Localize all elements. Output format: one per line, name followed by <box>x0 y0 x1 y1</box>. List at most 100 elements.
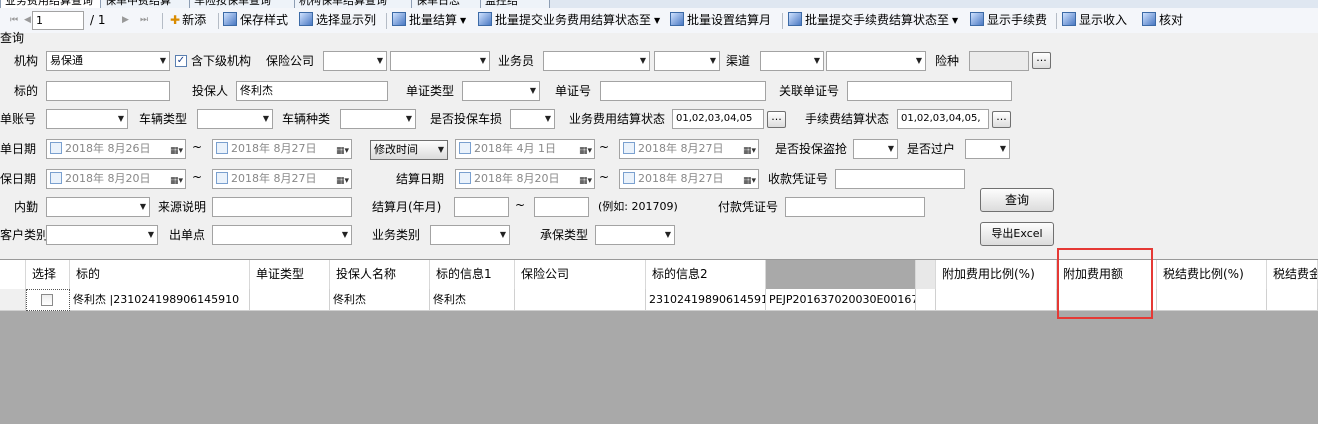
first-page-icon[interactable]: ⏮ <box>10 12 18 29</box>
show-income-button[interactable]: 显示收入 <box>1062 12 1127 29</box>
tab-biz-fee-query[interactable]: 业务费用结算查询 <box>0 0 102 8</box>
receipt-input[interactable] <box>835 169 965 189</box>
tab-policy-fee-settle[interactable]: 保单中费结算 <box>100 0 192 8</box>
channel-select-2[interactable] <box>826 51 926 71</box>
order-date-from[interactable]: 2018年 8月26日 ▦▾ <box>46 139 186 159</box>
extra-ratio-cell[interactable] <box>936 289 1057 311</box>
account-select[interactable] <box>46 109 128 129</box>
underwrite-select[interactable] <box>595 225 675 245</box>
vehicle-kind-select[interactable] <box>340 109 416 129</box>
settle-date-from[interactable]: 2018年 8月20日 ▦▾ <box>455 169 595 189</box>
ins-date-from[interactable]: 2018年 8月20日 ▦▾ <box>46 169 186 189</box>
column-header-doc-type[interactable]: 单证类型 <box>250 260 330 289</box>
transfer-select[interactable] <box>965 139 1010 159</box>
outlet-select[interactable] <box>212 225 352 245</box>
column-header-tax-ratio[interactable]: 税结费比例(%) <box>1157 260 1267 289</box>
damage-select[interactable] <box>510 109 555 129</box>
ins-date-to[interactable]: 2018年 8月27日 ▦▾ <box>212 169 352 189</box>
fee-status-picker-button[interactable]: ... <box>992 111 1011 128</box>
biz-status-picker-button[interactable]: ... <box>767 111 786 128</box>
spacer-cell <box>916 289 936 311</box>
page-input[interactable]: 1 <box>32 11 84 30</box>
insurer-select-2[interactable] <box>390 51 490 71</box>
column-header-insurer[interactable]: 保险公司 <box>515 260 646 289</box>
insured-input[interactable]: 佟利杰 <box>236 81 388 101</box>
calendar-icon[interactable]: ▦▾ <box>579 172 592 188</box>
pay-voucher-input[interactable] <box>785 197 925 217</box>
calendar-icon[interactable]: ▦▾ <box>170 172 183 188</box>
tab-org-settle-query[interactable]: 机构保单结算查询 <box>294 0 414 8</box>
channel-select-1[interactable] <box>760 51 824 71</box>
column-header-info1[interactable]: 标的信息1 <box>430 260 515 289</box>
tax-ratio-cell[interactable] <box>1157 289 1267 311</box>
biz-type-select[interactable] <box>430 225 510 245</box>
batch-settle-button[interactable]: 批量结算 ▼ <box>392 12 466 29</box>
prev-page-icon[interactable]: ◀ <box>24 12 31 29</box>
row-header[interactable] <box>0 289 26 311</box>
new-button[interactable]: ✚ 新添 <box>170 12 206 29</box>
verify-button[interactable]: 核对 <box>1142 12 1183 29</box>
column-header-info2[interactable]: 标的信息2 <box>646 260 766 289</box>
batch-submit-business-button[interactable]: 批量提交业务费用结算状态至 ▼ <box>478 12 660 29</box>
column-header-tax-amount[interactable]: 税结费金 <box>1267 260 1318 289</box>
column-header-insured[interactable]: 投保人名称 <box>330 260 430 289</box>
rel-doc-input[interactable] <box>847 81 1012 101</box>
insurer-select-1[interactable] <box>323 51 387 71</box>
column-header-select[interactable]: 选择 <box>26 260 70 289</box>
mod-date-to[interactable]: 2018年 8月27日 ▦▾ <box>619 139 759 159</box>
info2-cell[interactable]: 231024198906145910 <box>646 289 766 311</box>
vehicle-type-select[interactable] <box>197 109 273 129</box>
settle-date-to[interactable]: 2018年 8月27日 ▦▾ <box>619 169 759 189</box>
mod-time-select[interactable]: 修改时间 <box>370 140 448 160</box>
batch-set-month-button[interactable]: 批量设置结算月 <box>670 12 771 29</box>
tab-vehicle-query[interactable]: 车险按保单查询 <box>189 0 297 8</box>
calendar-icon[interactable]: ▦▾ <box>170 142 183 158</box>
doc-type-select[interactable] <box>462 81 540 101</box>
agent-select-1[interactable] <box>543 51 650 71</box>
export-excel-button[interactable]: 导出Excel <box>980 222 1054 246</box>
calendar-icon[interactable]: ▦▾ <box>579 142 592 158</box>
show-fee-button[interactable]: 显示手续费 <box>970 12 1047 29</box>
insured-cell[interactable]: 佟利杰 <box>330 289 430 311</box>
theft-select[interactable] <box>853 139 898 159</box>
mod-date-from[interactable]: 2018年 4月 1日 ▦▾ <box>455 139 595 159</box>
settle-month-from[interactable] <box>454 197 509 217</box>
order-date-to[interactable]: 2018年 8月27日 ▦▾ <box>212 139 352 159</box>
customer-type-select[interactable] <box>46 225 158 245</box>
tax-amount-cell[interactable] <box>1267 289 1318 311</box>
image-icon <box>788 12 802 26</box>
include-sub-checkbox[interactable]: ✓ <box>175 55 187 67</box>
calendar-icon[interactable]: ▦▾ <box>743 142 756 158</box>
subject-input[interactable] <box>46 81 170 101</box>
tab-monitor[interactable]: 监控结 <box>480 0 550 8</box>
internal-select[interactable] <box>46 197 150 217</box>
doc-type-cell[interactable] <box>250 289 330 311</box>
subject-cell[interactable]: 佟利杰 |231024198906145910 <box>70 289 250 311</box>
column-header-policy[interactable] <box>766 260 916 289</box>
calendar-icon[interactable]: ▦▾ <box>743 172 756 188</box>
tab-policy-log[interactable]: 保单日志 <box>411 0 483 8</box>
row-select-checkbox[interactable] <box>41 294 53 306</box>
info1-cell[interactable]: 佟利杰 <box>430 289 515 311</box>
org-select[interactable]: 易保通 <box>46 51 170 71</box>
fee-status-input[interactable]: 01,02,03,04,05, <box>897 109 989 129</box>
next-page-icon[interactable]: ▶ <box>122 12 129 29</box>
select-columns-button[interactable]: 选择显示列 <box>299 12 376 29</box>
biz-status-input[interactable]: 01,02,03,04,05 <box>672 109 764 129</box>
source-input[interactable] <box>212 197 352 217</box>
select-cell[interactable] <box>26 289 70 311</box>
coverage-picker-button[interactable]: ... <box>1032 52 1051 69</box>
batch-submit-fee-button[interactable]: 批量提交手续费结算状态至 ▼ <box>788 12 958 29</box>
column-header-subject[interactable]: 标的 <box>70 260 250 289</box>
last-page-icon[interactable]: ⏭ <box>140 12 148 29</box>
settle-month-to[interactable] <box>534 197 589 217</box>
agent-select-2[interactable] <box>654 51 720 71</box>
column-header-extra-ratio[interactable]: 附加费用比例(%) <box>936 260 1057 289</box>
policy-cell[interactable]: PEJP201637020030E00167 <box>766 289 916 311</box>
insurer-cell[interactable] <box>515 289 646 311</box>
calendar-icon[interactable]: ▦▾ <box>336 142 349 158</box>
calendar-icon[interactable]: ▦▾ <box>336 172 349 188</box>
search-button[interactable]: 查询 <box>980 188 1054 212</box>
save-style-button[interactable]: 保存样式 <box>223 12 288 29</box>
doc-no-input[interactable] <box>600 81 766 101</box>
